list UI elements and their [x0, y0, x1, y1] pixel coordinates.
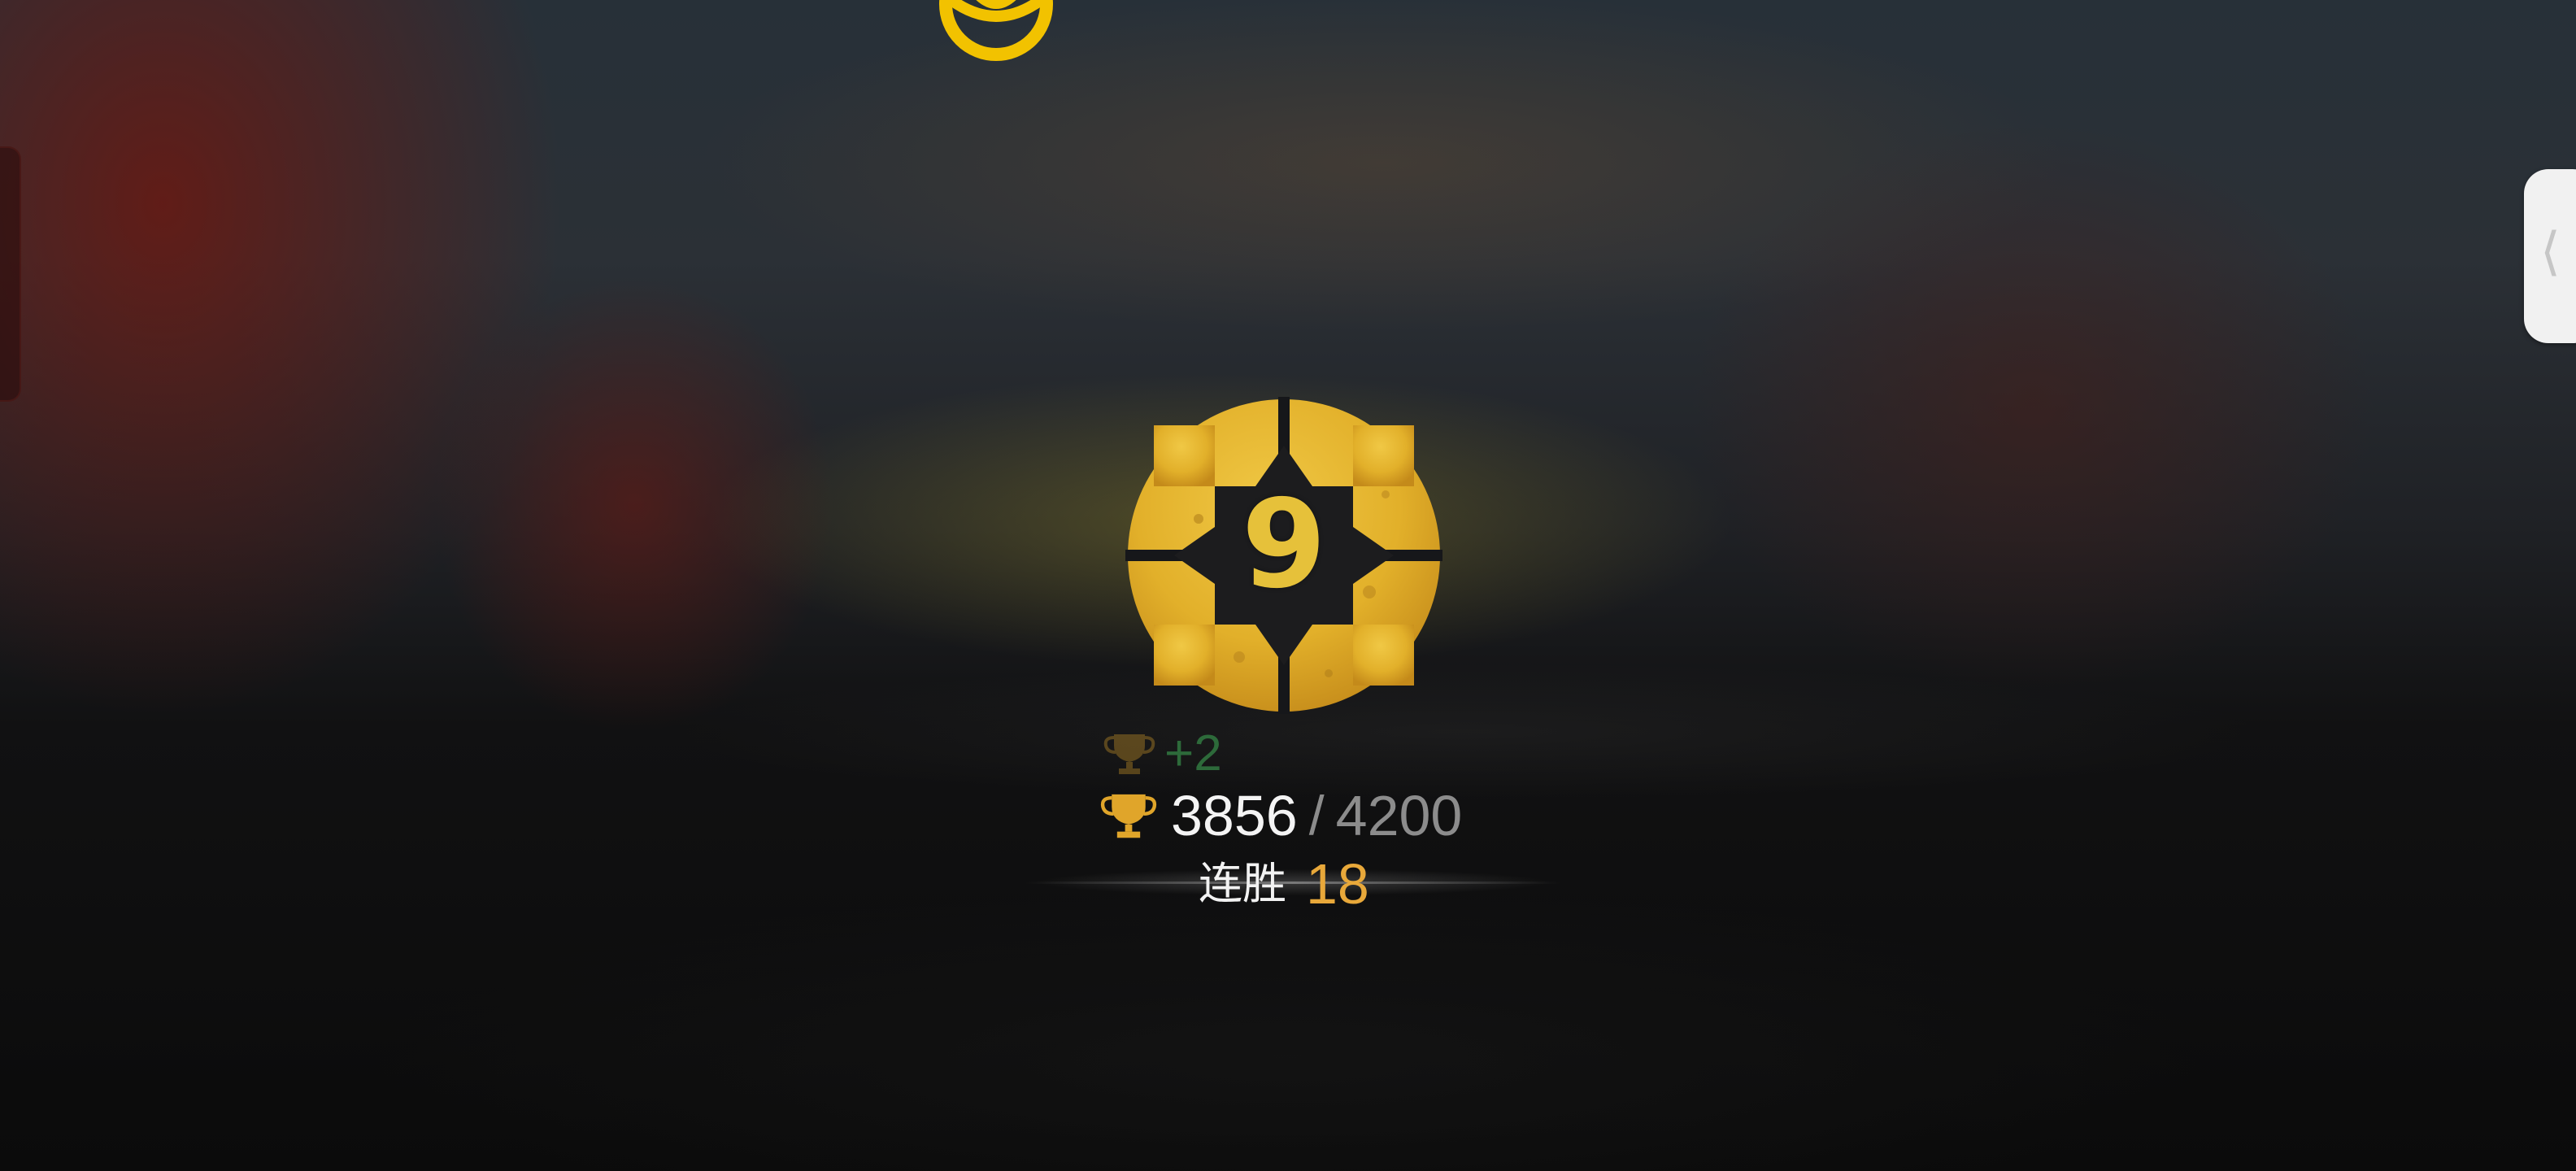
trophy-delta-value: +2: [1164, 725, 1222, 781]
trophy-icon: [1103, 734, 1155, 774]
trophy-score-separator: /: [1308, 785, 1325, 847]
trophy-icon: [1100, 794, 1157, 838]
side-drawer-toggle-button[interactable]: ⟨: [2524, 169, 2576, 343]
match-result-screen: ⟨ 9 +2 3856 / 4200 连胜 18: [0, 0, 2576, 1171]
trophy-delta-row: +2: [1103, 725, 1222, 782]
trophy-score-row: 3856 / 4200: [1099, 779, 1462, 852]
trophy-score-current: 3856: [1171, 784, 1298, 847]
chevron-left-icon: ⟨: [2540, 222, 2561, 282]
left-side-panel-edge[interactable]: [0, 146, 21, 402]
trophy-score-target: 4200: [1335, 784, 1463, 847]
emblem-icon: [939, 0, 1053, 61]
rank-level-number: 9: [1241, 474, 1327, 616]
win-streak-label: 连胜: [1199, 858, 1286, 909]
win-streak-row: 连胜 18: [1199, 849, 1369, 919]
win-streak-value: 18: [1306, 852, 1369, 916]
